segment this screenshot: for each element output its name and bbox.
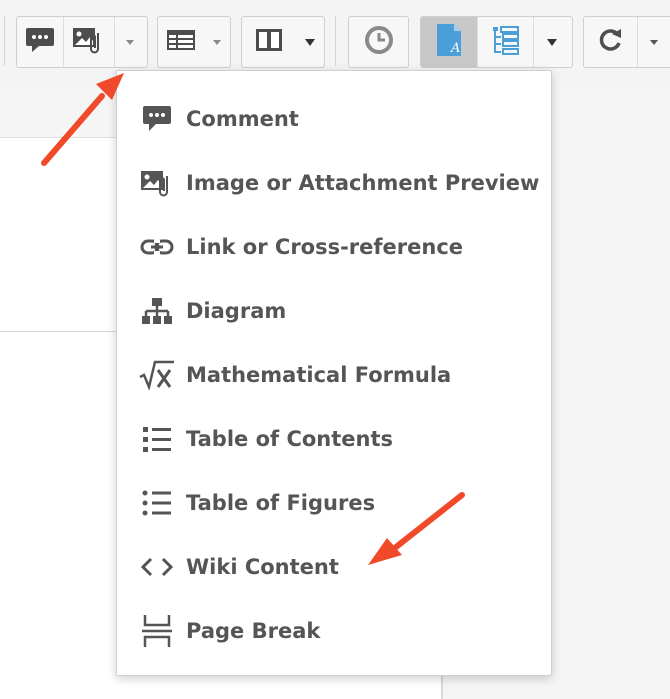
menu-item-wiki-content[interactable]: Wiki Content: [117, 535, 551, 599]
table-icon: [166, 28, 196, 57]
menu-item-link[interactable]: Link or Cross-reference: [117, 215, 551, 279]
menu-item-label: Comment: [186, 107, 299, 131]
menu-item-label: Link or Cross-reference: [186, 235, 464, 259]
list-icon: [139, 421, 175, 457]
insert-menu: Comment Image or Attachment Preview Link…: [116, 70, 552, 676]
toolbar-separator: [335, 16, 336, 66]
svg-text:A: A: [450, 41, 460, 56]
menu-item-label: Mathematical Formula: [186, 363, 452, 387]
menu-item-label: Page Break: [186, 619, 321, 643]
menu-item-page-break[interactable]: Page Break: [117, 599, 551, 663]
menu-item-diagram[interactable]: Diagram: [117, 279, 551, 343]
table-dropdown-toggle[interactable]: [204, 17, 230, 67]
comment-button[interactable]: [17, 17, 64, 67]
page-view-icon: A: [434, 23, 464, 62]
history-button[interactable]: [349, 17, 408, 67]
document-divider: [0, 331, 120, 332]
chevron-down-icon: [126, 39, 134, 45]
menu-item-formula[interactable]: Mathematical Formula: [117, 343, 551, 407]
dotted-list-icon: [139, 485, 175, 521]
outline-button[interactable]: [478, 17, 534, 67]
menu-item-toc[interactable]: Table of Contents: [117, 407, 551, 471]
clock-icon: [363, 24, 395, 61]
menu-item-tof[interactable]: Table of Figures: [117, 471, 551, 535]
comment-icon: [25, 26, 55, 59]
menu-item-comment[interactable]: Comment: [117, 87, 551, 151]
view-button-group: A: [420, 16, 573, 68]
menu-item-label: Wiki Content: [186, 555, 339, 579]
columns-button-group: [241, 16, 325, 68]
menu-item-label: Table of Contents: [186, 427, 394, 451]
comment-icon: [139, 101, 175, 137]
menu-item-label: Image or Attachment Preview: [186, 171, 540, 195]
menu-item-label: Diagram: [186, 299, 287, 323]
insert-dropdown-toggle[interactable]: [115, 17, 145, 67]
menu-item-label: Table of Figures: [186, 491, 376, 515]
chevron-down-icon: [213, 39, 221, 45]
refresh-button-group: [583, 16, 670, 68]
image-attachment-icon: [72, 25, 106, 60]
table-button-group: [157, 16, 231, 68]
history-button-group: [348, 16, 409, 68]
outline-icon: [491, 24, 521, 61]
chevron-down-icon: [305, 38, 315, 46]
menu-item-image-attachment[interactable]: Image or Attachment Preview: [117, 151, 551, 215]
image-attachment-icon: [139, 165, 175, 201]
outline-dropdown-toggle[interactable]: [534, 17, 570, 67]
page-view-button[interactable]: A: [421, 17, 478, 67]
columns-icon: [254, 27, 284, 58]
insert-button-group: [16, 16, 148, 68]
table-button[interactable]: [158, 17, 204, 67]
diagram-icon: [139, 293, 175, 329]
chevron-down-icon: [547, 38, 557, 46]
link-icon: [139, 229, 175, 265]
refresh-icon: [597, 26, 625, 59]
image-attachment-button[interactable]: [64, 17, 115, 67]
refresh-dropdown-toggle[interactable]: [638, 17, 670, 67]
chevron-down-icon: [650, 39, 658, 45]
square-root-icon: [139, 357, 175, 393]
page-break-icon: [139, 613, 175, 649]
toolbar-separator: [4, 16, 5, 66]
refresh-button[interactable]: [584, 17, 638, 67]
columns-dropdown-toggle[interactable]: [296, 17, 324, 67]
code-brackets-icon: [139, 549, 175, 585]
columns-button[interactable]: [242, 17, 296, 67]
